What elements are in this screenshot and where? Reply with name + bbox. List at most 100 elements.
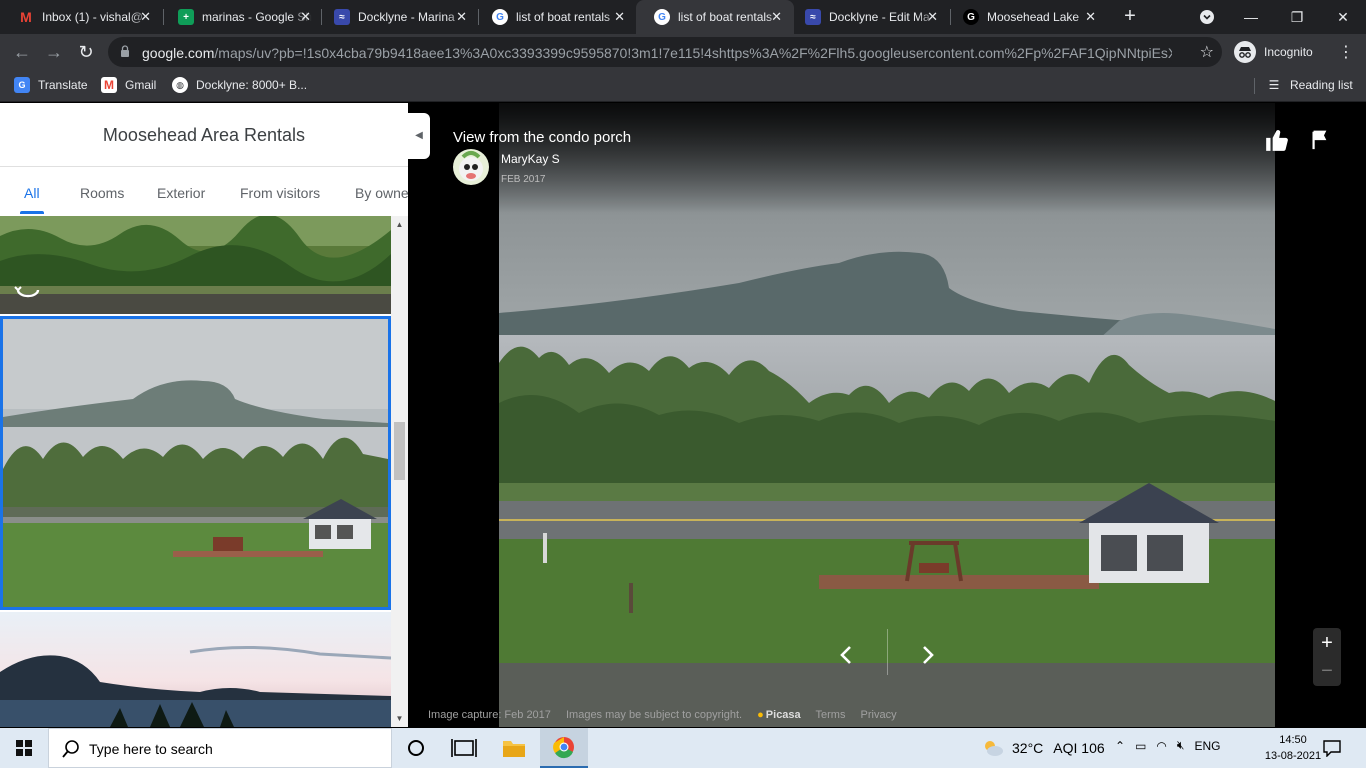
trees-photo (0, 216, 391, 314)
privacy-link[interactable]: Privacy (861, 709, 897, 721)
notification-center-icon[interactable] (1322, 739, 1342, 757)
zoom-out-button[interactable]: − (1313, 658, 1341, 684)
reading-list-button[interactable]: ☰ Reading list (1266, 77, 1353, 93)
partly-cloudy-icon (985, 741, 1003, 756)
weather-widget[interactable]: 32°C AQI 106 (982, 738, 1105, 758)
lake-view-photo (3, 319, 388, 607)
temperature: 32°C (1012, 740, 1044, 756)
zoom-in-button[interactable]: + (1313, 630, 1341, 656)
forward-button[interactable]: → (40, 38, 68, 66)
photo-thumbnail[interactable] (0, 216, 391, 314)
show-hidden-icons[interactable]: ⌃ (1115, 739, 1125, 753)
previous-photo-button[interactable] (829, 637, 865, 673)
bookmark-docklyne[interactable]: ◍ Docklyne: 8000+ B... (172, 77, 307, 93)
tab-from-visitors[interactable]: From visitors (240, 185, 320, 201)
windows-taskbar: Type here to search 32°C AQI 106 ⌃ ▭ ◠ 🔇… (0, 728, 1366, 768)
image-capture-date: Image capture: Feb 2017 (428, 709, 551, 721)
next-photo-button[interactable] (909, 637, 945, 673)
cortana-icon[interactable] (392, 728, 440, 768)
minimize-button[interactable]: — (1228, 0, 1274, 34)
address-bar[interactable]: google.com/maps/uv?pb=!1s0x4cba79b9418ae… (108, 37, 1222, 67)
author-avatar[interactable] (453, 149, 489, 185)
clock-time: 14:50 (1279, 734, 1307, 746)
thumbnail-scrollbar[interactable]: ▲ ▼ (391, 216, 408, 727)
bookmark-translate[interactable]: G Translate (14, 77, 88, 93)
system-clock[interactable]: 14:50 13-08-2021 (1260, 732, 1326, 764)
reload-button[interactable]: ↻ (72, 38, 100, 66)
back-button[interactable]: ← (8, 38, 36, 66)
bookmark-separator (1254, 78, 1255, 94)
tab-all[interactable]: All (24, 185, 40, 201)
google-icon: G (654, 9, 670, 25)
close-window-button[interactable]: ✕ (1320, 0, 1366, 34)
volume-muted-icon[interactable]: 🔇︎ (1177, 738, 1185, 753)
close-tab-icon[interactable]: ✕ (927, 9, 938, 25)
chevron-down-icon (1200, 10, 1214, 24)
file-explorer-icon[interactable] (490, 728, 538, 768)
close-tab-icon[interactable]: ✕ (771, 9, 782, 25)
taskbar-search-box[interactable]: Type here to search (48, 728, 392, 768)
globe-icon: ◍ (172, 77, 188, 93)
battery-icon[interactable]: ▭ (1135, 739, 1146, 753)
chrome-taskbar-icon[interactable] (540, 728, 588, 768)
terms-link[interactable]: Terms (816, 709, 846, 721)
gmail-icon: M (101, 77, 117, 93)
close-tab-icon[interactable]: ✕ (456, 9, 467, 25)
photo-thumbnails (0, 216, 391, 727)
photo-thumbnail[interactable] (0, 612, 391, 727)
scrollbar-thumb[interactable] (394, 422, 405, 480)
lock-icon (121, 45, 129, 57)
wifi-icon[interactable]: ◠ (1156, 739, 1166, 753)
tab-boat-rentals-1[interactable]: G list of boat rentals ✕ (474, 0, 637, 34)
scroll-down-icon[interactable]: ▼ (395, 714, 404, 723)
panel-divider (0, 166, 408, 167)
clock-date: 13-08-2021 (1264, 750, 1322, 762)
tab-gmail[interactable]: M Inbox (1) - vishal@ ✕ (0, 0, 163, 34)
bookmark-gmail[interactable]: M Gmail (101, 77, 156, 93)
incognito-icon (1234, 41, 1256, 63)
bookmarks-bar: G Translate M Gmail ◍ Docklyne: 8000+ B.… (0, 70, 1366, 102)
tab-moosehead-lake[interactable]: G Moosehead Lake ✕ (945, 0, 1108, 34)
photo-caption: View from the condo porch (453, 129, 632, 146)
sunset-photo (0, 612, 391, 727)
google-icon: G (492, 9, 508, 25)
windows-start-button[interactable] (0, 728, 48, 768)
tab-docklyne-marina[interactable]: ≈ Docklyne - Marina ✕ (316, 0, 479, 34)
collapse-panel-button[interactable]: ◀ (408, 113, 430, 159)
viewer-footer: Image capture: Feb 2017 Images may be su… (428, 709, 909, 721)
close-tab-icon[interactable]: ✕ (300, 9, 311, 25)
close-tab-icon[interactable]: ✕ (614, 9, 625, 25)
docklyne-icon: ≈ (334, 9, 350, 25)
close-tab-icon[interactable]: ✕ (1085, 9, 1096, 25)
tab-rooms[interactable]: Rooms (80, 185, 124, 201)
close-tab-icon[interactable]: ✕ (140, 9, 151, 25)
restore-button[interactable]: ❐ (1274, 0, 1320, 34)
tab-strip: M Inbox (1) - vishal@ ✕ + marinas - Goog… (0, 0, 1366, 34)
picasa-source[interactable]: ● Picasa (757, 709, 801, 721)
tab-marinas-sheet[interactable]: + marinas - Google She ✕ (160, 0, 323, 34)
photo-thumbnail-selected[interactable] (0, 316, 391, 610)
new-tab-button[interactable]: + (1118, 4, 1142, 28)
bookmark-star-icon[interactable]: ☆ (1200, 42, 1214, 62)
photo-date: FEB 2017 (501, 174, 546, 185)
incognito-indicator[interactable]: Incognito (1234, 40, 1313, 64)
gmail-icon: M (20, 9, 32, 25)
system-tray: ⌃ ▭ ◠ 🔇︎ ENG (1115, 738, 1230, 753)
zoom-control: + − (1313, 628, 1341, 686)
arrow-separator (887, 629, 888, 675)
tab-boat-rentals-active[interactable]: G list of boat rentals ✕ (636, 0, 794, 34)
copyright-notice: Images may be subject to copyright. (565, 709, 743, 721)
input-language[interactable]: ENG (1194, 739, 1220, 753)
photo-viewer: ◀ View from the condo porch MaryKay S FE… (408, 103, 1366, 727)
thumbs-up-icon[interactable] (1264, 127, 1290, 153)
tab-exterior[interactable]: Exterior (157, 185, 205, 201)
chrome-menu-button[interactable]: ⋮ (1338, 42, 1354, 62)
picasa-icon: ● (757, 709, 764, 721)
flag-icon[interactable] (1309, 129, 1331, 151)
author-name[interactable]: MaryKay S (501, 152, 560, 166)
tab-docklyne-edit[interactable]: ≈ Docklyne - Edit Ma ✕ (787, 0, 950, 34)
task-view-icon[interactable] (440, 728, 488, 768)
tab-by-owner[interactable]: By owner (355, 185, 408, 201)
tab-search-button[interactable] (1184, 0, 1230, 34)
scroll-up-icon[interactable]: ▲ (395, 220, 404, 229)
